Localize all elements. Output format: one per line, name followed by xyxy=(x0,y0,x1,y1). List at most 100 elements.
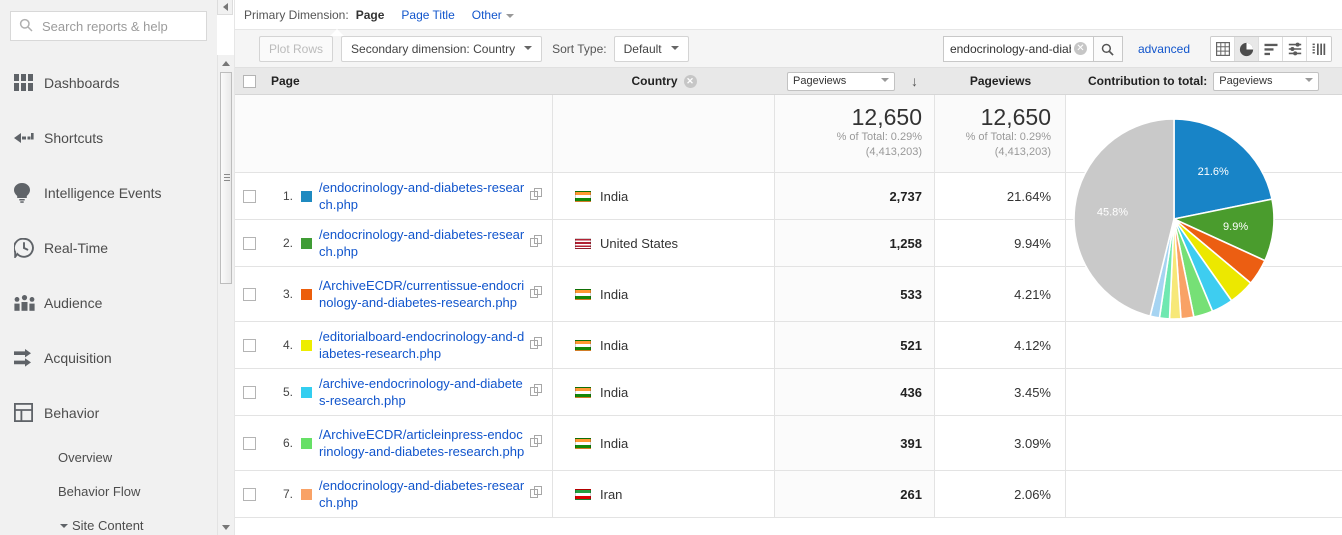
sidebar-item-behavior[interactable]: Behavior xyxy=(0,385,217,440)
sort-type-button[interactable]: Default xyxy=(613,35,689,62)
advanced-filter-link[interactable]: advanced xyxy=(1138,42,1190,56)
sidebar-item-acquisition[interactable]: Acquisition xyxy=(0,330,217,385)
pivot-view-icon[interactable] xyxy=(1307,37,1331,61)
sidebar-search-box[interactable] xyxy=(10,11,207,41)
sidebar-scrollbar[interactable] xyxy=(217,55,234,535)
sidebar-subitem-behavior-flow[interactable]: Behavior Flow xyxy=(0,474,217,508)
primary-dimension-page-title-tab[interactable]: Page Title xyxy=(401,8,454,22)
row-checkbox[interactable] xyxy=(242,189,256,203)
row-checkbox[interactable] xyxy=(242,385,256,399)
sidebar-collapse-button[interactable] xyxy=(217,0,233,15)
sort-descending-icon[interactable]: ↓ xyxy=(911,74,918,88)
column-header-pageviews[interactable]: Pageviews xyxy=(935,74,1066,88)
open-in-new-window-icon[interactable] xyxy=(530,235,546,251)
totals-pageviews-pct: % of Total: 0.29% xyxy=(836,131,922,143)
row-country-cell: India xyxy=(553,322,775,368)
row-page-link[interactable]: /archive-endocrinology-and-diabetes-rese… xyxy=(319,375,526,409)
row-checkbox[interactable] xyxy=(242,487,256,501)
row-checkbox[interactable] xyxy=(242,338,256,352)
select-all-checkbox[interactable] xyxy=(242,74,256,88)
series-color-swatch xyxy=(301,339,312,351)
sidebar-item-real-time[interactable]: Real-Time xyxy=(0,220,217,275)
sidebar-item-label: Real-Time xyxy=(44,239,109,256)
row-checkbox[interactable] xyxy=(242,436,256,450)
sidebar-subitem-overview[interactable]: Overview xyxy=(0,440,217,474)
column-header-country[interactable]: Country ✕ xyxy=(553,74,775,88)
remove-country-dimension-icon[interactable]: ✕ xyxy=(683,74,697,88)
table-search-box[interactable]: ✕ xyxy=(942,36,1123,62)
row-page-cell: 1. /endocrinology-and-diabetes-research.… xyxy=(263,173,553,219)
table-header-row: Page Country ✕ Pageviews ↓ Pageviews Con… xyxy=(235,68,1342,95)
column-header-page[interactable]: Page xyxy=(263,74,553,88)
column-header-country-label: Country xyxy=(631,74,678,88)
sidebar-subitem-label: Overview xyxy=(58,449,113,465)
sidebar-item-dashboards[interactable]: Dashboards xyxy=(0,55,217,110)
row-checkbox[interactable] xyxy=(242,236,256,250)
row-rank: 5. xyxy=(282,385,293,399)
totals-pageviews-cell: 12,650 % of Total: 0.29% (4,413,203) xyxy=(775,95,935,172)
open-in-new-window-icon[interactable] xyxy=(530,286,546,302)
row-page-link[interactable]: /ArchiveECDR/articleinpress-endocrinolog… xyxy=(319,426,526,460)
metric-select-dropdown[interactable]: Pageviews xyxy=(787,71,895,91)
primary-dimension-label: Primary Dimension: xyxy=(244,7,349,22)
contribution-metric-dropdown[interactable]: Pageviews xyxy=(1213,71,1320,91)
row-page-link[interactable]: /endocrinology-and-diabetes-research.php xyxy=(319,226,526,260)
scroll-up-button[interactable] xyxy=(218,55,234,71)
row-checkbox[interactable] xyxy=(242,287,256,301)
open-in-new-window-icon[interactable] xyxy=(530,337,546,353)
row-country-name: India xyxy=(600,286,629,302)
primary-dimension-other-dropdown[interactable]: Other xyxy=(472,8,514,22)
scrollbar-thumb[interactable] xyxy=(220,72,232,284)
row-page-link[interactable]: /editorialboard-endocrinology-and-diabet… xyxy=(319,328,526,362)
row-page-cell: 2. /endocrinology-and-diabetes-research.… xyxy=(263,220,553,266)
open-in-new-window-icon[interactable] xyxy=(530,486,546,502)
close-icon[interactable]: ✕ xyxy=(1073,42,1087,55)
clock-icon xyxy=(14,237,44,258)
row-country-name: United States xyxy=(600,235,679,251)
open-in-new-window-icon[interactable] xyxy=(530,384,546,400)
row-country-name: Iran xyxy=(600,486,623,502)
performance-view-icon[interactable] xyxy=(1283,37,1307,61)
row-country-name: India xyxy=(600,337,629,353)
totals-pageviews-value: 12,650 xyxy=(851,104,922,130)
chevron-down-icon xyxy=(524,45,533,50)
layout-icon xyxy=(14,403,44,422)
row-page-link[interactable]: /endocrinology-and-diabetes-research.php xyxy=(319,477,526,511)
plot-rows-button[interactable]: Plot Rows xyxy=(259,35,334,62)
secondary-dimension-label: Secondary dimension: Country xyxy=(351,41,516,56)
chevron-left-icon xyxy=(222,3,228,11)
primary-dimension-page-tab[interactable]: Page xyxy=(356,8,385,22)
view-type-toggle-group xyxy=(1210,36,1332,62)
column-header-page-label: Page xyxy=(271,74,300,88)
chevron-down-icon xyxy=(670,45,679,50)
search-submit-button[interactable] xyxy=(1092,36,1123,62)
sidebar-item-intelligence-events[interactable]: Intelligence Events xyxy=(0,165,217,220)
report-toolbar: Plot Rows Secondary dimension: Country S… xyxy=(235,29,1342,67)
row-pageviews-cell: 391 xyxy=(775,416,935,470)
lightbulb-icon xyxy=(14,182,44,203)
row-rank: 7. xyxy=(282,487,293,501)
metric-select-value: Pageviews xyxy=(793,75,847,87)
percentage-view-icon[interactable] xyxy=(1259,37,1283,61)
sidebar-subitem-site-content[interactable]: Site Content xyxy=(0,508,217,535)
primary-dimension-bar: Primary Dimension: Page Page Title Other xyxy=(235,0,1342,29)
secondary-dimension-button[interactable]: Secondary dimension: Country xyxy=(341,35,543,62)
pie-view-icon[interactable] xyxy=(1235,37,1259,61)
row-page-link[interactable]: /ArchiveECDR/currentissue-endocrinology-… xyxy=(319,277,526,311)
open-in-new-window-icon[interactable] xyxy=(530,435,546,451)
pie-slice-label: 45.8% xyxy=(1097,207,1128,219)
sidebar-item-shortcuts[interactable]: Shortcuts xyxy=(0,110,217,165)
sidebar-item-audience[interactable]: Audience xyxy=(0,275,217,330)
series-color-swatch xyxy=(301,288,312,300)
sidebar-search-input[interactable] xyxy=(40,17,198,35)
pie-chart-svg[interactable]: 21.6% 9.9% 45.8% xyxy=(1040,107,1340,337)
scroll-down-button[interactable] xyxy=(218,519,234,535)
table-search-input[interactable] xyxy=(942,36,1093,62)
open-in-new-window-icon[interactable] xyxy=(530,188,546,204)
tab-pointer xyxy=(330,29,344,36)
table-view-icon[interactable] xyxy=(1211,37,1235,61)
series-color-swatch xyxy=(301,237,312,249)
flag-icon-ir xyxy=(575,488,591,500)
row-country-name: India xyxy=(600,188,629,204)
row-page-link[interactable]: /endocrinology-and-diabetes-research.php xyxy=(319,179,526,213)
